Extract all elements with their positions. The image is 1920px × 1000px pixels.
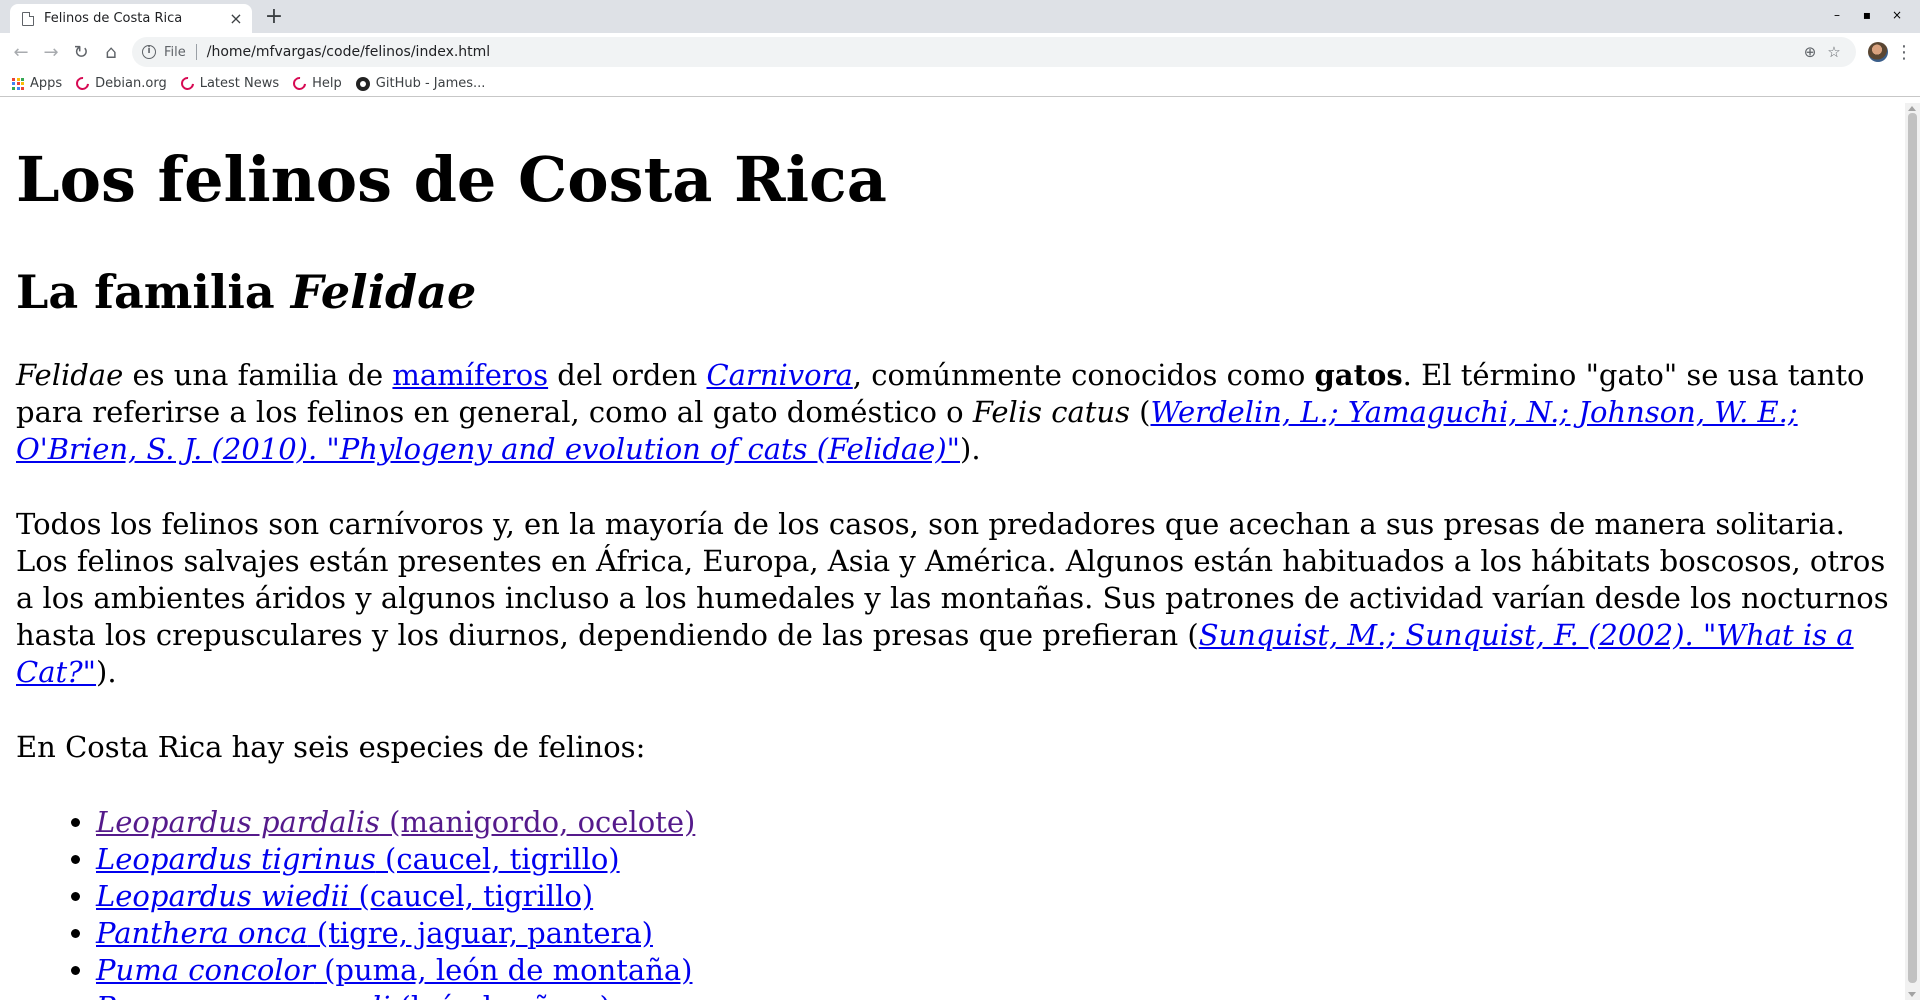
- species-link[interactable]: Leopardus tigrinus (caucel, tigrillo): [96, 842, 620, 876]
- scientific-name: Puma yagouaroundi: [96, 990, 390, 1000]
- scroll-down-arrow-icon[interactable]: [1908, 992, 1916, 997]
- bookmark-label: Latest News: [199, 76, 280, 91]
- tab-title: Felinos de Costa Rica: [44, 11, 183, 26]
- page-title: Los felinos de Costa Rica: [16, 143, 887, 216]
- close-window-button[interactable]: ×: [1882, 8, 1912, 22]
- new-tab-button[interactable]: +: [262, 6, 286, 30]
- url-text[interactable]: /home/mfvargas/code/felinos/index.html: [207, 44, 1798, 60]
- paragraph-species-intro: En Costa Rica hay seis especies de felin…: [16, 730, 646, 764]
- text: ).: [96, 655, 117, 689]
- info-icon[interactable]: i: [142, 45, 156, 59]
- link-mamiferos[interactable]: mamíferos: [392, 358, 548, 392]
- section-heading: La familia Felidae: [16, 265, 1889, 319]
- divider: [195, 44, 197, 60]
- list-item: Puma concolor (puma, león de montaña): [96, 952, 1889, 989]
- back-button[interactable]: ←: [6, 37, 36, 67]
- arrow-left-icon: ←: [13, 41, 29, 63]
- home-icon: ⌂: [105, 41, 117, 63]
- common-name: (caucel, tigrillo): [375, 842, 620, 876]
- bookmark-label: Help: [312, 76, 342, 91]
- url-scheme: File: [164, 44, 186, 60]
- zoom-icon[interactable]: ⊕: [1798, 43, 1822, 61]
- reload-button[interactable]: ↻: [66, 37, 96, 67]
- window-controls: – ▪ ×: [1822, 8, 1912, 22]
- common-name: (tigre, jaguar, pantera): [307, 916, 653, 950]
- scroll-up-arrow-icon[interactable]: [1908, 106, 1916, 111]
- term-felis-catus: Felis catus: [972, 395, 1130, 429]
- bookmark-latest-news[interactable]: Latest News: [178, 74, 280, 93]
- bookmark-star-icon[interactable]: ☆: [1822, 43, 1846, 61]
- maximize-button[interactable]: ▪: [1852, 8, 1882, 22]
- link-carnivora[interactable]: Carnivora: [706, 358, 852, 392]
- common-name: (manigordo, ocelote): [379, 805, 696, 839]
- bookmark-label: Apps: [30, 76, 63, 91]
- scientific-name: Leopardus pardalis: [96, 805, 380, 839]
- bookmark-help[interactable]: Help: [290, 74, 342, 93]
- bookmark-label: Debian.org: [95, 76, 167, 91]
- species-link[interactable]: Puma concolor (puma, león de montaña): [96, 953, 692, 987]
- bookmark-github[interactable]: GitHub - James...: [355, 76, 486, 91]
- bookmark-apps[interactable]: Apps: [12, 76, 62, 91]
- home-button[interactable]: ⌂: [96, 37, 126, 67]
- bookmarks-bar: Apps Debian.org Latest News Help GitHub …: [0, 71, 1920, 97]
- list-item: Panthera onca (tigre, jaguar, pantera): [96, 915, 1889, 952]
- menu-icon[interactable]: ⋮: [1894, 42, 1914, 63]
- heading-emphasis: Felidae: [290, 265, 477, 319]
- species-link[interactable]: Puma yagouaroundi (león breñero): [96, 990, 611, 1000]
- scientific-name: Leopardus tigrinus: [96, 842, 376, 876]
- link-text: Carnivora: [706, 358, 853, 392]
- list-item: Puma yagouaroundi (león breñero): [96, 989, 1889, 1000]
- forward-button[interactable]: →: [36, 37, 66, 67]
- debian-icon: [178, 74, 197, 93]
- list-item: Leopardus pardalis (manigordo, ocelote): [96, 804, 1889, 841]
- page-viewport: Los felinos de Costa Rica La familia Fel…: [0, 103, 1920, 1000]
- common-name: (león breñero): [390, 990, 611, 1000]
- arrow-right-icon: →: [43, 41, 59, 63]
- term-gatos: gatos: [1314, 358, 1403, 392]
- paragraph-description: Todos los felinos son carnívoros y, en l…: [16, 506, 1889, 691]
- term-felidae: Felidae: [16, 358, 124, 392]
- text: ).: [960, 432, 981, 466]
- text: es una familia de: [123, 358, 393, 392]
- tab-felinos[interactable]: Felinos de Costa Rica ×: [10, 4, 252, 33]
- toolbar: ← → ↻ ⌂ i File /home/mfvargas/code/felin…: [0, 33, 1920, 71]
- species-list: Leopardus pardalis (manigordo, ocelote) …: [16, 804, 1889, 1000]
- debian-icon: [73, 74, 92, 93]
- common-name: (puma, león de montaña): [314, 953, 693, 987]
- species-link[interactable]: Panthera onca (tigre, jaguar, pantera): [96, 916, 653, 950]
- apps-icon: [12, 77, 24, 90]
- page-icon: [22, 11, 34, 26]
- vertical-scrollbar[interactable]: [1905, 103, 1920, 1000]
- profile-avatar[interactable]: [1868, 42, 1888, 62]
- page-content: Los felinos de Costa Rica La familia Fel…: [0, 145, 1905, 1000]
- common-name: (caucel, tigrillo): [349, 879, 594, 913]
- scrollbar-thumb[interactable]: [1908, 113, 1917, 983]
- close-tab-icon[interactable]: ×: [228, 10, 244, 27]
- scientific-name: Leopardus wiedii: [96, 879, 350, 913]
- tab-strip: Felinos de Costa Rica × + – ▪ ×: [0, 0, 1920, 33]
- address-bar[interactable]: i File /home/mfvargas/code/felinos/index…: [132, 37, 1856, 67]
- scientific-name: Panthera onca: [96, 916, 308, 950]
- species-link[interactable]: Leopardus wiedii (caucel, tigrillo): [96, 879, 593, 913]
- github-icon: [355, 76, 370, 91]
- debian-icon: [290, 74, 309, 93]
- species-link[interactable]: Leopardus pardalis (manigordo, ocelote): [96, 805, 695, 839]
- list-item: Leopardus wiedii (caucel, tigrillo): [96, 878, 1889, 915]
- text: del orden: [548, 358, 707, 392]
- bookmark-label: GitHub - James...: [375, 76, 486, 91]
- reload-icon: ↻: [73, 41, 89, 63]
- list-item: Leopardus tigrinus (caucel, tigrillo): [96, 841, 1889, 878]
- scientific-name: Puma concolor: [96, 953, 315, 987]
- text: , comúnmente conocidos como: [852, 358, 1315, 392]
- paragraph-intro: Felidae es una familia de mamíferos del …: [16, 357, 1889, 468]
- minimize-button[interactable]: –: [1822, 8, 1852, 22]
- bookmark-debian[interactable]: Debian.org: [73, 74, 167, 93]
- text: (: [1129, 395, 1151, 429]
- heading-text: La familia: [16, 265, 291, 319]
- browser-chrome: Felinos de Costa Rica × + – ▪ × ← → ↻ ⌂ …: [0, 0, 1920, 97]
